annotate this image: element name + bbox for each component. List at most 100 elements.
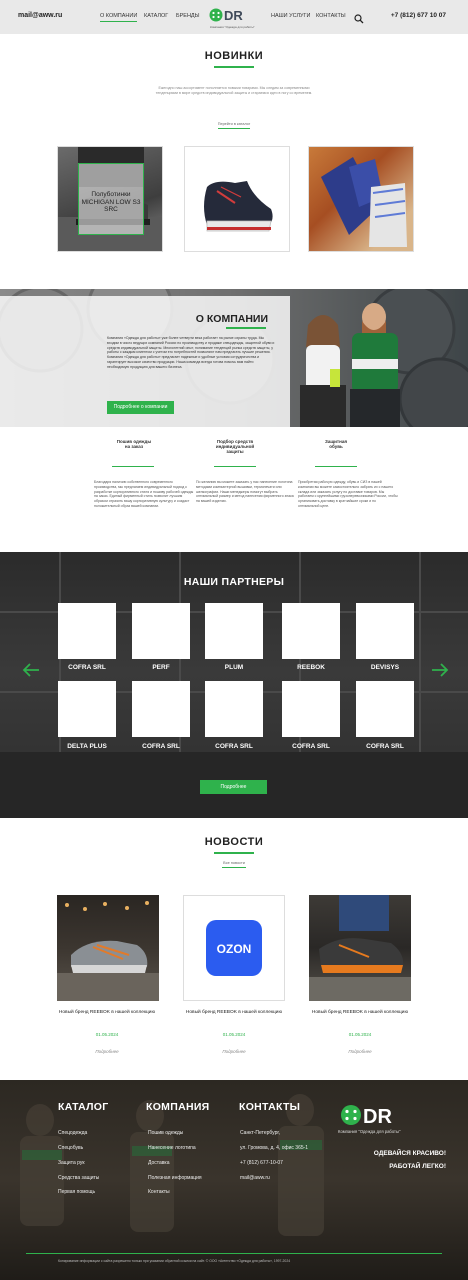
partner-logo-card[interactable] — [356, 603, 414, 659]
news-2-date: 01.05.2024 — [222, 1032, 246, 1037]
partners-title: НАШИ ПАРТНЕРЫ — [183, 576, 285, 588]
partner-name: PLUM — [224, 664, 244, 671]
nav-brands[interactable]: БРЕНДЫ — [176, 13, 200, 19]
footer-divider — [26, 1253, 442, 1254]
news-title: НОВОСТИ — [204, 836, 264, 848]
all-news-link[interactable]: Все новости — [0, 861, 468, 865]
product-card-3[interactable] — [308, 146, 414, 252]
footer-city: Санкт-Петербург, — [240, 1130, 280, 1136]
partner-logo-card[interactable] — [132, 603, 190, 659]
footer-catalog-link[interactable]: Спецодежда — [58, 1130, 87, 1136]
feature-3-text: Приобретая рабочую одежду, обувь и СИЗ в… — [298, 480, 398, 508]
nav-contacts[interactable]: КОНТАКТЫ — [316, 13, 346, 19]
feature-sewing-icon: Пошив одежды на заказ — [116, 439, 152, 467]
footer-company-link[interactable]: Полезная информация — [148, 1175, 202, 1181]
new-arrivals-subtitle: Ежегодно наш ассортимент пополняется нов… — [155, 86, 313, 95]
new-arrivals-title: НОВИНКИ — [204, 50, 264, 62]
partner-name: PERF — [152, 664, 170, 671]
header-logo[interactable]: DR Компания "Одежда для работы" — [208, 5, 260, 31]
footer-slogan-2: РАБОТАЙ ЛЕГКО! — [389, 1163, 446, 1170]
partner-name: COFRA SRL — [292, 743, 330, 750]
product-card-2[interactable] — [184, 146, 290, 252]
product-card-1[interactable]: Полуботинки MICHIGAN LOW S3 SRC — [57, 146, 163, 252]
feature-2-title: Подбор средств индивидуальной защиты — [215, 439, 255, 454]
news-3-date: 01.05.2024 — [348, 1032, 372, 1037]
news-1-image — [57, 901, 159, 1001]
feature-ppe-icon: Подбор средств индивидуальной защиты — [208, 439, 262, 467]
feature-shoes-icon: Защитная обувь — [318, 439, 354, 467]
footer-slogan-1: ОДЕВАЙСЯ КРАСИВО! — [373, 1150, 446, 1157]
news-card-1[interactable] — [57, 895, 159, 1001]
footer-company-link[interactable]: Пошив одежды — [148, 1130, 183, 1136]
news-3-image — [309, 895, 411, 1001]
footer-logo[interactable]: DR Компания "Одежда для работы" — [338, 1102, 418, 1136]
footer-email[interactable]: mail@aww.ru — [240, 1175, 270, 1181]
logo-caption: Компания "Одежда для работы" — [210, 25, 255, 29]
nav-services[interactable]: НАШИ УСЛУГИ — [271, 13, 310, 19]
partner-logo-card[interactable] — [132, 681, 190, 737]
feature-2-text: По желанию вы можете заказать у нас нане… — [196, 480, 294, 504]
svg-text:DR: DR — [363, 1106, 392, 1128]
feature-3-underline — [315, 466, 357, 467]
partner-name: DELTA PLUS — [67, 743, 107, 750]
news-1-date: 01.05.2024 — [95, 1032, 119, 1037]
catalog-link[interactable]: Перейти в каталог — [0, 122, 468, 126]
partner-logo-card[interactable] — [58, 681, 116, 737]
about-title: О КОМПАНИИ — [195, 313, 268, 325]
header-email[interactable]: mail@aww.ru — [18, 12, 62, 19]
nav-catalog[interactable]: КАТАЛОГ — [144, 13, 168, 19]
feature-1-text: Благодаря наличию собственного современн… — [94, 480, 194, 508]
about-more-button[interactable]: Подробнее о компании — [107, 401, 174, 414]
partner-logo-card[interactable] — [205, 603, 263, 659]
about-title-underline — [226, 327, 266, 329]
product-label: Полуботинки MICHIGAN LOW S3 SRC — [81, 191, 141, 213]
partner-logo-card[interactable] — [58, 603, 116, 659]
ozon-text: OZON — [217, 942, 252, 956]
footer-catalog-link[interactable]: Защита рук — [58, 1160, 85, 1166]
footer-logo-caption: Компания "Одежда для работы" — [338, 1129, 401, 1134]
news-2-more-link[interactable]: Подробнее — [179, 1049, 289, 1054]
news-title-underline — [214, 852, 254, 854]
header-phone[interactable]: +7 (812) 677 10 07 — [391, 12, 446, 19]
news-card-2[interactable]: OZON — [183, 895, 285, 1001]
arrow-left-icon[interactable] — [22, 663, 40, 677]
footer-company-link[interactable]: Доставка — [148, 1160, 169, 1166]
news-card-3[interactable] — [309, 895, 411, 1001]
svg-text:DR: DR — [224, 8, 243, 23]
footer-company-link[interactable]: Контакты — [148, 1189, 170, 1195]
nav-about[interactable]: О КОМПАНИИ — [100, 13, 138, 22]
footer-catalog-title: КАТАЛОГ — [58, 1101, 109, 1113]
footer-catalog-link[interactable]: Спецобувь — [58, 1145, 83, 1151]
all-news-underline — [222, 867, 246, 868]
news-3-more-link[interactable]: Подробнее — [305, 1049, 415, 1054]
partners-more-button[interactable]: Подробнее — [200, 780, 267, 794]
arrow-right-icon[interactable] — [431, 663, 449, 677]
partner-logo-card[interactable] — [356, 681, 414, 737]
news-1-title[interactable]: Новый бренд REEBOK в нашей коллекцию — [52, 1010, 162, 1016]
feature-1-underline — [112, 466, 154, 467]
partner-logo-card[interactable] — [282, 603, 340, 659]
news-3-title[interactable]: Новый бренд REEBOK в нашей коллекцию — [305, 1010, 415, 1016]
about-text: Компания «Одежда для работы» уже более ч… — [107, 336, 275, 369]
feature-1-title: Пошив одежды на заказ — [116, 439, 152, 449]
search-icon[interactable] — [354, 11, 364, 24]
ozon-logo: OZON — [206, 920, 262, 976]
partner-logo-card[interactable] — [282, 681, 340, 737]
news-1-more-link[interactable]: Подробнее — [52, 1049, 162, 1054]
footer-company-link[interactable]: Нанесение логотипа — [148, 1145, 196, 1151]
footer-catalog-link[interactable]: Средства защиты — [58, 1175, 99, 1181]
link-underline — [218, 128, 250, 129]
title-underline — [214, 66, 254, 68]
footer-company-title: КОМПАНИЯ — [146, 1101, 210, 1113]
feature-3-title: Защитная обувь — [325, 439, 347, 449]
partner-name: COFRA SRL — [68, 664, 106, 671]
news-2-title[interactable]: Новый бренд REEBOK в нашей коллекцию — [179, 1010, 289, 1016]
site-header: mail@aww.ru О КОМПАНИИ КАТАЛОГ БРЕНДЫ DR… — [0, 0, 468, 34]
footer-address: ул. Громова, д. 4, офис 365-1 — [240, 1145, 309, 1151]
partner-logo-card[interactable] — [205, 681, 263, 737]
partner-name: COFRA SRL — [366, 743, 404, 750]
partner-name: REEBOK — [297, 664, 325, 671]
footer-phone[interactable]: +7 (812) 677-10-07 — [240, 1160, 283, 1166]
footer-catalog-link[interactable]: Первая помощь — [58, 1189, 95, 1195]
footer-copyright: Копирование информации с сайта разрешено… — [58, 1259, 291, 1263]
